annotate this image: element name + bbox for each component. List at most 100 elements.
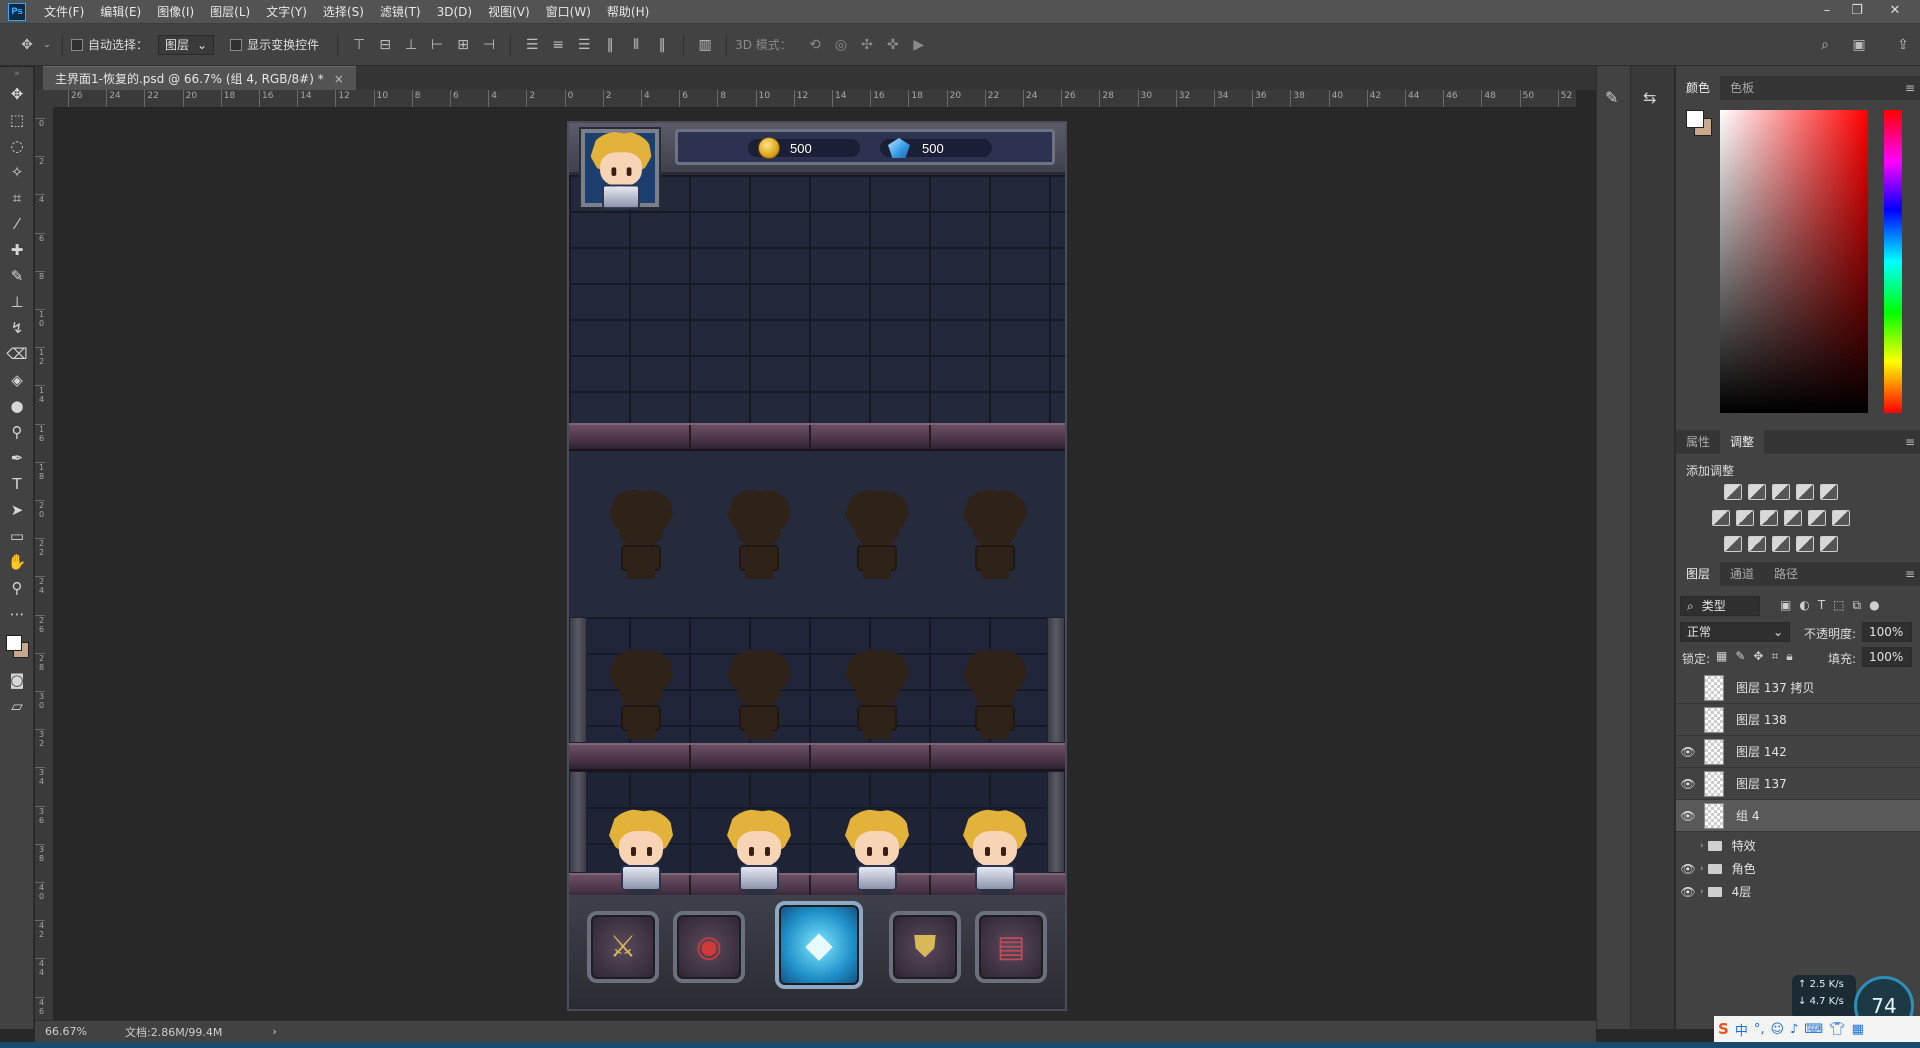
workspace-icon[interactable]: ▣: [1848, 34, 1870, 56]
skin-icon[interactable]: 👕︎: [1829, 1022, 1846, 1037]
align-vcenter-icon[interactable]: ⊟: [374, 34, 396, 56]
distribute-left-icon[interactable]: ‖: [599, 34, 621, 56]
healing-brush-tool-icon[interactable]: ✚: [0, 237, 34, 263]
zoom-tool-icon[interactable]: ⚲: [0, 575, 34, 601]
tab-adjustments[interactable]: 调整: [1720, 430, 1765, 454]
type-filter-icon[interactable]: T: [1818, 598, 1825, 613]
hand-tool-icon[interactable]: ✋: [0, 549, 34, 575]
move-tool-icon[interactable]: ✥: [0, 81, 34, 107]
layer-row-selected[interactable]: 👁︎ 组 4: [1676, 800, 1920, 832]
menu-image[interactable]: 图像(I): [149, 0, 202, 24]
invert-icon[interactable]: [1724, 536, 1742, 552]
menu-layer[interactable]: 图层(L): [202, 0, 258, 24]
curves-icon[interactable]: [1772, 484, 1790, 500]
input-method-bar[interactable]: S 中 °, ☺ ♪ ⌨ 👕︎ ▦: [1714, 1016, 1920, 1042]
quick-mask-icon[interactable]: ◙: [0, 667, 34, 693]
menu-view[interactable]: 视图(V): [480, 0, 538, 24]
smart-object-filter-icon[interactable]: ⧉: [1853, 598, 1862, 613]
main-crystal-button[interactable]: ◆: [775, 901, 863, 989]
punctuation-icon[interactable]: °,: [1754, 1022, 1765, 1037]
hue-saturation-icon[interactable]: [1712, 510, 1730, 526]
close-tab-icon[interactable]: ×: [334, 72, 344, 86]
eye-icon[interactable]: 👁︎: [1676, 736, 1700, 768]
opacity-input[interactable]: 100%: [1862, 622, 1912, 642]
layer-row[interactable]: 图层 137 拷贝: [1676, 672, 1920, 704]
history-panel-icon[interactable]: ⇆: [1643, 88, 1656, 107]
auto-select-dropdown[interactable]: 图层 ⌄: [158, 34, 215, 55]
locked-hero-silhouette[interactable]: [843, 649, 911, 741]
group-row[interactable]: 👁︎ › 角色: [1676, 857, 1920, 880]
3d-slide-icon[interactable]: ✜: [882, 34, 904, 56]
player-avatar[interactable]: [581, 129, 659, 210]
brush-settings-icon[interactable]: ✎: [1605, 88, 1618, 107]
eraser-tool-icon[interactable]: ⌫: [0, 341, 34, 367]
layer-row[interactable]: 👁︎ 图层 137: [1676, 768, 1920, 800]
eye-icon[interactable]: 👁︎: [1676, 857, 1700, 880]
paint-bucket-tool-icon[interactable]: ◈: [0, 367, 34, 393]
magic-wand-tool-icon[interactable]: ✧: [0, 159, 34, 185]
keyboard-icon[interactable]: ⌨: [1804, 1022, 1823, 1037]
foreground-color-swatch[interactable]: [6, 635, 22, 651]
path-selection-tool-icon[interactable]: ➤: [0, 497, 34, 523]
search-icon[interactable]: ⌕: [1814, 34, 1836, 56]
pen-tool-icon[interactable]: ✒: [0, 445, 34, 471]
color-balance-icon[interactable]: [1736, 510, 1754, 526]
dodge-tool-icon[interactable]: ⚲: [0, 419, 34, 445]
posterize-icon[interactable]: [1748, 536, 1766, 552]
microphone-icon[interactable]: ♪: [1790, 1022, 1798, 1037]
threshold-icon[interactable]: [1772, 536, 1790, 552]
distribute-top-icon[interactable]: ☰: [521, 34, 543, 56]
levels-icon[interactable]: [1748, 484, 1766, 500]
locked-hero-silhouette[interactable]: [725, 649, 793, 741]
panel-menu-icon[interactable]: ≡: [1905, 435, 1915, 449]
tab-channels[interactable]: 通道: [1720, 562, 1764, 586]
lock-artboard-icon[interactable]: ⌗: [1771, 649, 1778, 664]
auto-select-checkbox[interactable]: [71, 38, 83, 51]
lock-pixels-icon[interactable]: ✎: [1735, 649, 1745, 664]
eye-icon[interactable]: 👁︎: [1676, 880, 1700, 903]
brightness-icon[interactable]: [1724, 484, 1742, 500]
hero-character[interactable]: [607, 809, 675, 901]
tab-paths[interactable]: 路径: [1764, 562, 1808, 586]
collapse-icon[interactable]: »: [0, 67, 34, 81]
visibility-toggle-off[interactable]: [1676, 672, 1700, 704]
type-tool-icon[interactable]: T: [0, 471, 34, 497]
layer-row[interactable]: 图层 138: [1676, 704, 1920, 736]
chevron-right-icon[interactable]: ›: [1700, 841, 1704, 851]
menu-edit[interactable]: 编辑(E): [92, 0, 149, 24]
restore-button[interactable]: ❐: [1842, 0, 1872, 24]
network-speed-widget[interactable]: ↑ 2.5 K/s ↓ 4.7 K/s: [1792, 975, 1856, 1019]
document-info[interactable]: 文档:2.86M/99.4M: [125, 1024, 222, 1040]
clone-stamp-tool-icon[interactable]: ⊥: [0, 289, 34, 315]
hue-slider[interactable]: [1884, 110, 1902, 413]
tab-properties[interactable]: 属性: [1676, 430, 1720, 454]
forge-menu-button[interactable]: ◉: [673, 911, 745, 983]
foreground-color-swatch[interactable]: [1686, 110, 1704, 128]
menu-type[interactable]: 文字(Y): [258, 0, 315, 24]
menu-select[interactable]: 选择(S): [315, 0, 372, 24]
fill-input[interactable]: 100%: [1862, 647, 1912, 667]
visibility-toggle-off[interactable]: [1676, 834, 1700, 857]
screen-mode-icon[interactable]: ▱: [0, 693, 34, 719]
visibility-toggle-off[interactable]: [1676, 704, 1700, 736]
brush-tool-icon[interactable]: ✎: [0, 263, 34, 289]
locked-hero-silhouette[interactable]: [843, 489, 911, 581]
ime-mode-label[interactable]: 中: [1735, 1020, 1748, 1039]
filter-toggle-icon[interactable]: ●: [1869, 598, 1879, 613]
minimize-button[interactable]: –: [1812, 0, 1842, 24]
distribute-bottom-icon[interactable]: ☰: [573, 34, 595, 56]
move-tool-icon[interactable]: ✥: [16, 34, 38, 56]
panel-menu-icon[interactable]: ≡: [1905, 567, 1915, 581]
auto-align-icon[interactable]: ▥: [694, 34, 716, 56]
menu-filter[interactable]: 滤镜(T): [372, 0, 429, 24]
hero-character[interactable]: [725, 809, 793, 901]
share-icon[interactable]: ⇪: [1892, 34, 1914, 56]
distribute-right-icon[interactable]: ‖: [651, 34, 673, 56]
distribute-hcenter-icon[interactable]: ⦀: [625, 34, 647, 56]
book-menu-button[interactable]: ▤: [975, 911, 1047, 983]
tool-preset-chevron-icon[interactable]: ⌄: [42, 34, 52, 56]
zoom-level[interactable]: 66.67%: [45, 1025, 115, 1038]
tab-swatches[interactable]: 色板: [1720, 76, 1764, 100]
eyedropper-tool-icon[interactable]: ⁄: [0, 211, 34, 237]
lasso-tool-icon[interactable]: ◌: [0, 133, 34, 159]
